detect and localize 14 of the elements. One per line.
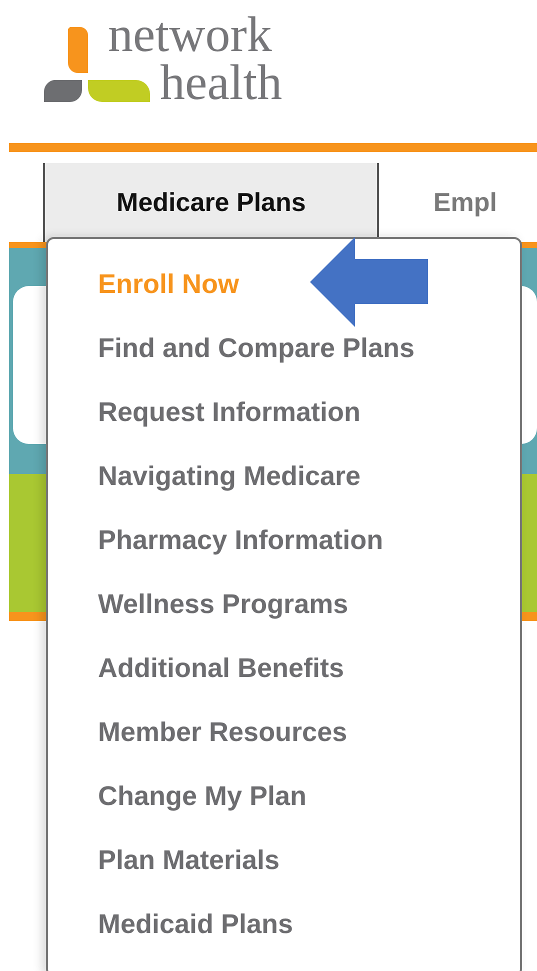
menu-item[interactable]: Find and Compare Plans: [98, 323, 415, 387]
menu-item[interactable]: Medicaid Plans: [98, 899, 294, 963]
menu-item[interactable]: Navigating Medicare: [98, 451, 361, 515]
arrow-icon: [310, 237, 430, 327]
menu-item[interactable]: Change My Plan: [98, 771, 307, 835]
menu-item[interactable]: Wellness Programs: [98, 579, 348, 643]
menu-item[interactable]: Plan Materials: [98, 835, 280, 899]
logo-text: health: [160, 58, 282, 106]
menu-item[interactable]: Request Information: [98, 387, 361, 451]
nav-tab[interactable]: Medicare Plans: [43, 163, 380, 242]
menu-item[interactable]: Pharmacy Information: [98, 515, 384, 579]
menu-item[interactable]: Additional Benefits: [98, 643, 344, 707]
logo-text: network: [108, 10, 272, 58]
menu-item[interactable]: Member Resources: [98, 707, 348, 771]
